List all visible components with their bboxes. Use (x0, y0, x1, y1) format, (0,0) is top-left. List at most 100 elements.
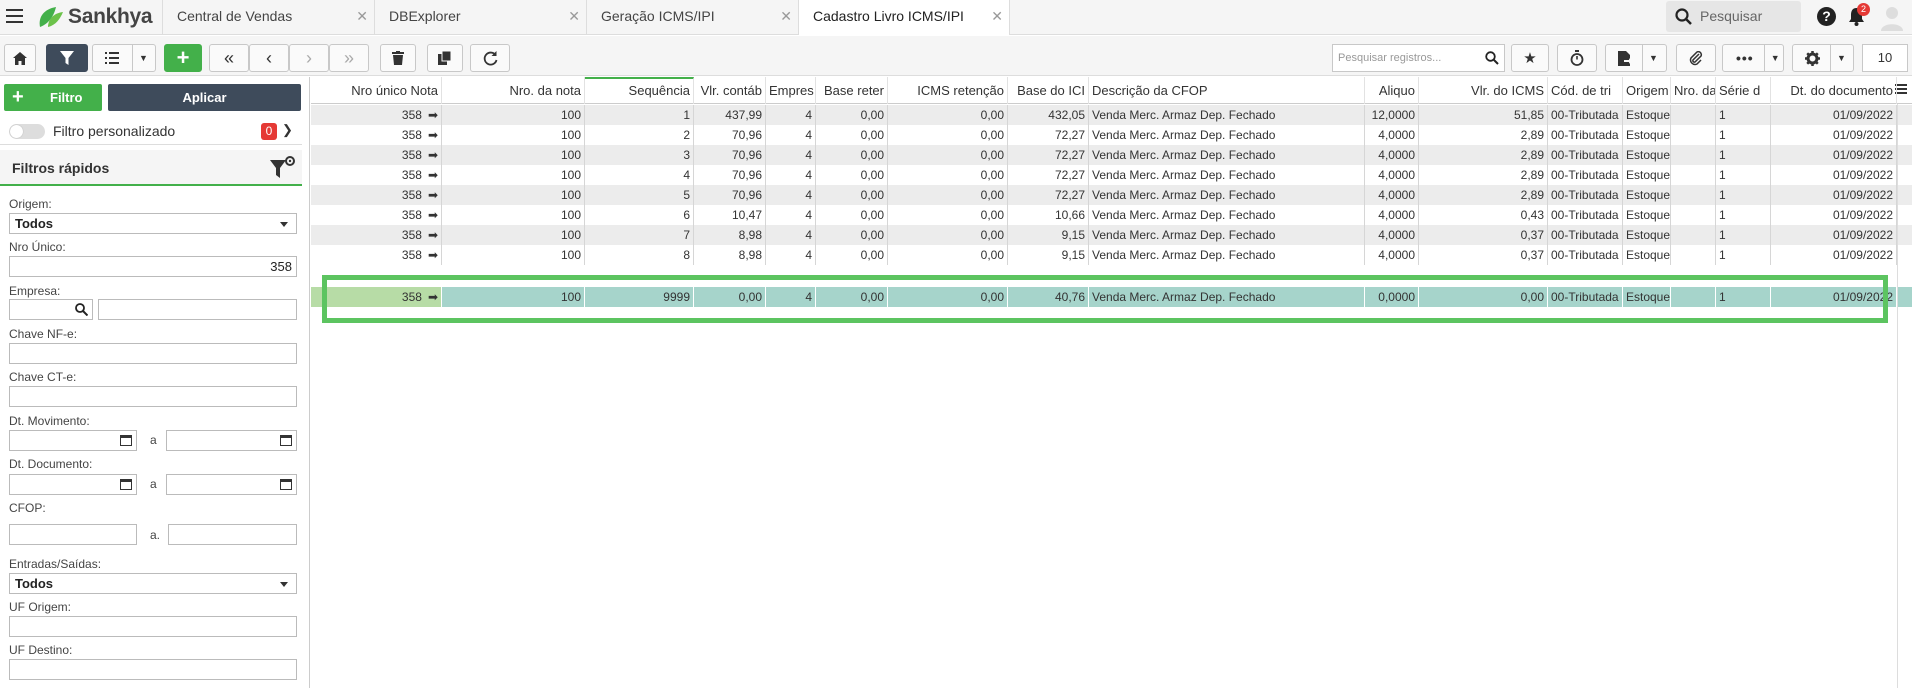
column-header-sequencia[interactable]: Sequência (585, 77, 694, 104)
view-mode-dropdown[interactable]: ▼ (92, 44, 156, 72)
tab-central-de-vendas[interactable]: Central de Vendas ✕ (162, 0, 374, 35)
avatar[interactable] (1880, 5, 1904, 31)
last-record-button[interactable]: » (329, 44, 369, 72)
duplicate-button[interactable] (427, 44, 463, 72)
column-header-vlr-do-icms[interactable]: Vlr. do ICMS (1419, 77, 1548, 104)
record-search-input[interactable]: Pesquisar registros... (1332, 44, 1505, 72)
help-icon[interactable]: ? (1817, 7, 1836, 26)
next-record-button[interactable]: › (289, 44, 329, 72)
timer-button[interactable] (1557, 44, 1597, 72)
cell-value: 0,00 (980, 128, 1004, 142)
tab-cadastro-livro-icms-ipi[interactable]: Cadastro Livro ICMS/IPI ✕ (798, 0, 1010, 35)
sankhya-logo[interactable]: Sankhya (36, 5, 153, 29)
column-header-nro-da[interactable]: Nro. da (1671, 77, 1716, 104)
entradas-saidas-select[interactable]: Todos (9, 573, 297, 594)
chevron-down-icon[interactable]: ▼ (1771, 53, 1780, 63)
search-icon[interactable] (75, 303, 88, 316)
home-button[interactable] (4, 44, 36, 72)
export-dropdown[interactable]: ▼ (1605, 44, 1667, 72)
table-row[interactable]: 358 ➡ 100 2 70,96 4 0,00 0,00 72,27 Venda Merc. A… (311, 125, 1912, 145)
custom-filter-toggle[interactable] (9, 124, 45, 139)
dt-documento-start-input[interactable] (9, 474, 137, 495)
uf-origem-input[interactable] (9, 616, 297, 637)
chevron-down-icon[interactable]: ▼ (1649, 53, 1658, 63)
close-icon[interactable]: ✕ (568, 0, 580, 33)
chevron-down-icon[interactable]: ❯ (282, 122, 293, 138)
chevron-down-icon[interactable]: ▼ (139, 53, 148, 63)
arrow-right-icon[interactable]: ➡ (428, 128, 438, 142)
arrow-right-icon[interactable]: ➡ (428, 188, 438, 202)
column-header-base-do-icms[interactable]: Base do ICI (1008, 77, 1089, 104)
add-record-button[interactable]: + (164, 44, 202, 72)
delete-button[interactable] (380, 44, 416, 72)
tab-geracao-icms-ipi[interactable]: Geração ICMS/IPI ✕ (586, 0, 798, 35)
calendar-icon[interactable] (280, 479, 292, 490)
uf-destino-input[interactable] (9, 659, 297, 680)
empresa-code-input[interactable] (9, 299, 93, 320)
column-header-vlr-contabil[interactable]: Vlr. contáb (694, 77, 766, 104)
apply-button[interactable]: Aplicar (108, 84, 301, 111)
dt-movimento-end-input[interactable] (166, 430, 297, 451)
arrow-right-icon[interactable]: ➡ (428, 148, 438, 162)
filter-toggle-button[interactable] (46, 44, 88, 72)
hamburger-menu-icon[interactable] (6, 9, 23, 23)
column-header-origem[interactable]: Origem (1623, 77, 1671, 104)
dt-movimento-start-input[interactable] (9, 430, 137, 451)
column-header-aliquota[interactable]: Aliquo (1365, 77, 1419, 104)
column-header-descricao-cfop[interactable]: Descrição da CFOP (1089, 77, 1365, 104)
table-row[interactable]: 358 ➡ 100 4 70,96 4 0,00 0,00 72,27 Venda Merc. A… (311, 165, 1912, 185)
column-header-dt-documento[interactable]: Dt. do documento (1771, 77, 1897, 104)
calendar-icon[interactable] (280, 435, 292, 446)
first-record-button[interactable]: « (209, 44, 249, 72)
search-icon[interactable] (1485, 51, 1499, 65)
table-row[interactable]: 358 ➡ 100 3 70,96 4 0,00 0,00 72,27 Venda Merc. A… (311, 145, 1912, 165)
page-size-input[interactable]: 10 (1862, 44, 1908, 72)
column-header-empresa[interactable]: Empres (766, 77, 816, 104)
table-row[interactable]: 358 ➡ 100 8 8,98 4 0,00 0,00 9,15 Venda Merc. Arm… (311, 245, 1912, 265)
dt-documento-end-input[interactable] (166, 474, 297, 495)
column-header-nro-unico-nota[interactable]: Nro único Nota (311, 77, 442, 104)
column-header-base-retencao[interactable]: Base reter (816, 77, 888, 104)
column-header-nro-da-nota[interactable]: Nro. da nota (442, 77, 585, 104)
nro-unico-input[interactable]: 358 (9, 256, 297, 277)
attachment-button[interactable] (1676, 44, 1716, 72)
refresh-button[interactable] (470, 44, 510, 72)
column-header-serie[interactable]: Série d (1716, 77, 1771, 104)
selected-table-row[interactable]: 358 ➡ 100 9999 0,00 4 0,00 0,00 40,76 Venda Merc.… (311, 287, 1912, 307)
funnel-settings-icon[interactable] (270, 156, 296, 180)
chave-cte-input[interactable] (9, 386, 297, 407)
column-header-icms-retencao[interactable]: ICMS retenção (888, 77, 1008, 104)
cell-vlr-contabil: 70,96 (694, 165, 766, 185)
origem-select[interactable]: Todos (9, 213, 297, 234)
chave-nfe-input[interactable] (9, 343, 297, 364)
close-icon[interactable]: ✕ (991, 0, 1003, 33)
column-header-cod-tributacao[interactable]: Cód. de tri (1548, 77, 1623, 104)
close-icon[interactable]: ✕ (780, 0, 792, 33)
settings-dropdown[interactable]: ▼ (1792, 44, 1854, 72)
previous-record-button[interactable]: ‹ (249, 44, 289, 72)
arrow-right-icon[interactable]: ➡ (428, 290, 438, 304)
tab-dbexplorer[interactable]: DBExplorer ✕ (374, 0, 586, 35)
close-icon[interactable]: ✕ (356, 0, 368, 33)
favorite-button[interactable]: ★ (1511, 44, 1549, 72)
empresa-name-input[interactable] (98, 299, 297, 320)
table-row[interactable]: 358 ➡ 100 5 70,96 4 0,00 0,00 72,27 Venda Merc. A… (311, 185, 1912, 205)
calendar-icon[interactable] (120, 479, 132, 490)
filter-button[interactable]: + Filtro (4, 84, 102, 111)
cfop-end-input[interactable] (168, 524, 297, 545)
calendar-icon[interactable] (120, 435, 132, 446)
chevron-down-icon[interactable]: ▼ (1837, 53, 1846, 63)
table-row[interactable]: 358 ➡ 100 1 437,99 4 0,00 0,00 432,05 Venda Merc.… (311, 105, 1912, 125)
arrow-right-icon[interactable]: ➡ (428, 248, 438, 262)
arrow-right-icon[interactable]: ➡ (428, 168, 438, 182)
cfop-start-input[interactable] (9, 524, 137, 545)
arrow-right-icon[interactable]: ➡ (428, 108, 438, 122)
global-search[interactable]: Pesquisar (1666, 1, 1801, 32)
arrow-right-icon[interactable]: ➡ (428, 208, 438, 222)
cell-vlr-do-icms: 0,37 (1419, 225, 1548, 245)
table-row[interactable]: 358 ➡ 100 7 8,98 4 0,00 0,00 9,15 Venda Merc. Arm… (311, 225, 1912, 245)
arrow-right-icon[interactable]: ➡ (428, 228, 438, 242)
cell-value: 8,98 (738, 228, 762, 242)
table-row[interactable]: 358 ➡ 100 6 10,47 4 0,00 0,00 10,66 Venda Merc. A… (311, 205, 1912, 225)
more-actions-dropdown[interactable]: ••• ▼ (1722, 44, 1784, 72)
